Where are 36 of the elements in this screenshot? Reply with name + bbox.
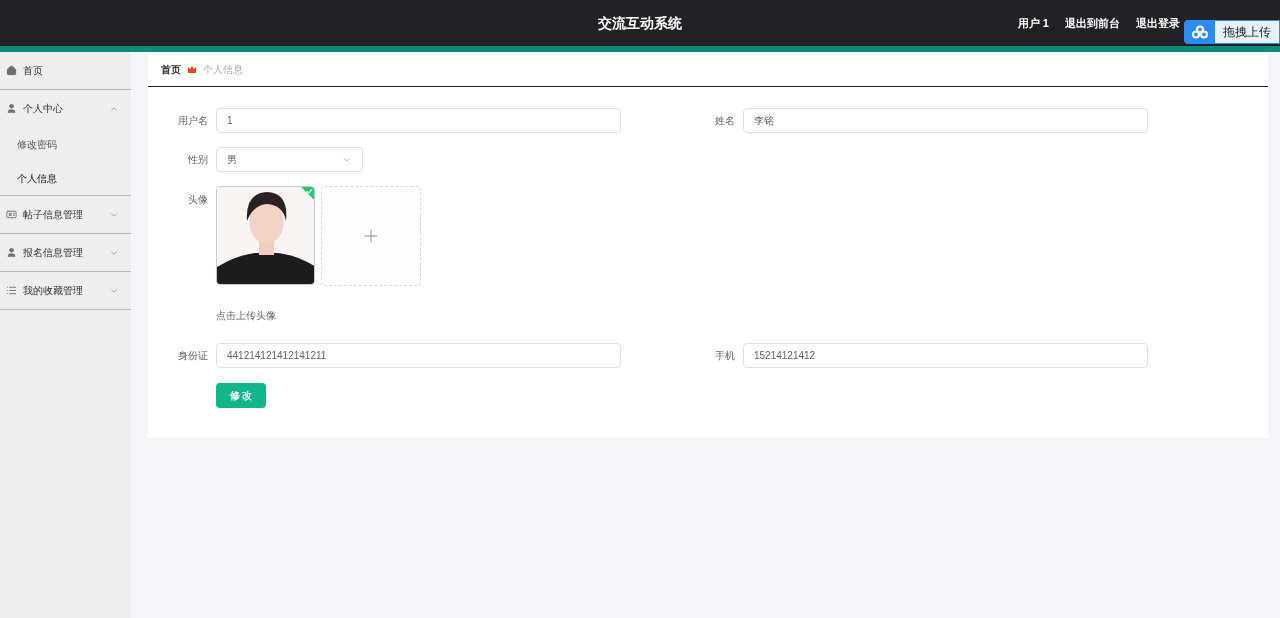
person-icon [6, 103, 17, 114]
sidebar-item[interactable]: 个人中心 [0, 90, 131, 127]
cloud-icon [1191, 25, 1209, 39]
upload-label: 拖拽上传 [1222, 24, 1272, 41]
field-label: 用户名 [177, 114, 208, 128]
upload-hint: 点击上传头像 [216, 309, 277, 323]
header-link[interactable]: 用户 1 [1017, 14, 1049, 32]
home-icon [6, 65, 17, 76]
sidebar-item[interactable]: 首页 [0, 52, 131, 89]
list-icon [6, 285, 17, 296]
submenu-item[interactable]: 个人信息 [0, 161, 131, 195]
breadcrumb-link[interactable]: 首页 [161, 62, 181, 77]
select-field[interactable]: 男 [216, 147, 363, 172]
field-label: 身份证 [177, 349, 208, 363]
text-field[interactable]: 李铭 [743, 108, 1148, 133]
text-field[interactable]: 441214121412141211 [216, 343, 621, 368]
upload-widget[interactable]: 拖拽上传 [1184, 20, 1280, 44]
breadcrumb-current: 个人信息 [203, 63, 243, 77]
app-title: 交流互动系统 [598, 13, 682, 33]
field-label: 手机 [714, 349, 735, 363]
upload-box[interactable] [321, 186, 421, 286]
field-label: 头像 [187, 193, 208, 207]
text-field[interactable]: 1 [216, 108, 621, 133]
sidebar-item[interactable]: 我的收藏管理 [0, 272, 131, 309]
field-label: 性别 [187, 153, 208, 167]
card-icon [6, 209, 17, 220]
check-icon [306, 188, 313, 195]
header-link[interactable]: 退出到前台 [1065, 14, 1120, 32]
crown-icon [188, 66, 196, 73]
sidebar-item[interactable]: 帖子信息管理 [0, 196, 131, 233]
field-label: 姓名 [714, 114, 735, 128]
header-link[interactable]: 退出登录 [1136, 14, 1180, 32]
person-icon [6, 247, 17, 258]
sidebar-item[interactable]: 报名信息管理 [0, 234, 131, 271]
submenu-item[interactable]: 修改密码 [0, 127, 131, 161]
text-field[interactable]: 15214121412 [743, 343, 1148, 368]
